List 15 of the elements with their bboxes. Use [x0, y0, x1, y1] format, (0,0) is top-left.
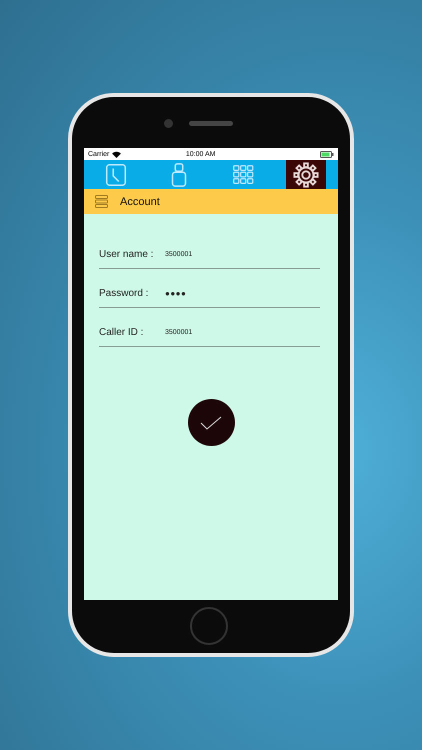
speaker [189, 121, 233, 126]
battery-icon [320, 150, 334, 158]
field-label: User name : [99, 248, 154, 260]
field-label: Password : [99, 288, 150, 298]
checkmark-icon [200, 416, 222, 430]
tab[interactable] [286, 160, 326, 189]
field-label: Caller ID : [99, 326, 144, 338]
settings-icon [293, 162, 320, 188]
camera [164, 119, 173, 128]
home-button[interactable] [190, 607, 228, 645]
wifi-icon [112, 150, 122, 158]
header-title: Account [120, 196, 160, 208]
input-field[interactable]: ●●●● [165, 288, 275, 298]
menu-icon[interactable] [95, 195, 108, 208]
confirm-button[interactable] [188, 399, 234, 446]
